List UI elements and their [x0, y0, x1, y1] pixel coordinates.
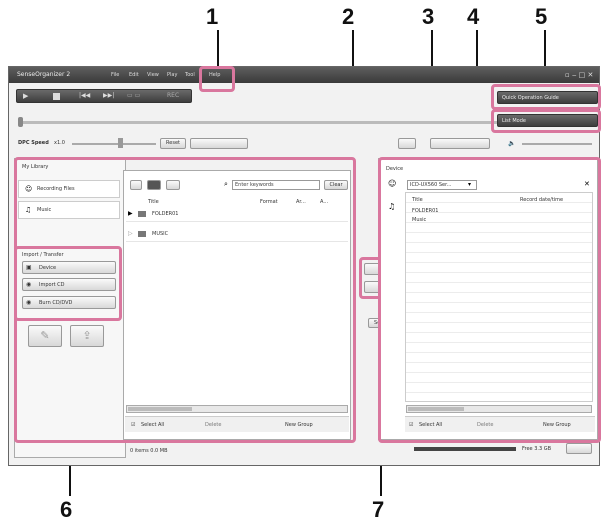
device-file-list[interactable]: [405, 192, 593, 402]
device-scroll-thumb[interactable]: [408, 407, 464, 411]
col-artist: Ar...: [296, 199, 306, 205]
volume-icon: 🔈: [508, 140, 516, 147]
callout-7: 7: [372, 497, 385, 522]
device-selector[interactable]: ICD-UX560 Ser... ▾: [407, 180, 477, 190]
help-menu-highlight: [199, 66, 235, 92]
checkbox-icon[interactable]: ☑: [131, 422, 135, 428]
dpc-slider[interactable]: [72, 143, 156, 145]
list-item[interactable]: ▶ FOLDER01: [126, 206, 348, 222]
expand-icon[interactable]: ▷: [128, 230, 133, 237]
window-controls-icon[interactable]: ▫ ‒ □ ✕: [565, 67, 593, 83]
list-item[interactable]: ▷ MUSIC: [126, 226, 348, 242]
rewind-icon[interactable]: |◀◀: [79, 92, 90, 99]
view-buttons[interactable]: [190, 138, 248, 149]
device-new-group-button[interactable]: New Group: [543, 422, 571, 428]
callout-line-1: [217, 30, 219, 68]
folder-icon: [138, 231, 146, 237]
device-col-title: Title: [412, 197, 423, 203]
play-icon[interactable]: ▶: [23, 93, 37, 100]
delete-button[interactable]: Delete: [205, 422, 221, 428]
search-placeholder: Enter keywords: [235, 182, 274, 188]
folder-name: MUSIC: [152, 231, 169, 237]
music-icon: ♫: [388, 202, 396, 211]
stop-icon[interactable]: [53, 93, 60, 100]
menu-file[interactable]: File: [111, 67, 119, 83]
callout-1: 1: [206, 4, 219, 29]
volume-slider[interactable]: [522, 143, 592, 145]
clear-button[interactable]: Clear: [324, 180, 348, 190]
checkbox-icon[interactable]: ☑: [409, 422, 413, 428]
chevron-down-icon: ▾: [468, 181, 472, 188]
dpc-handle[interactable]: [118, 138, 123, 148]
menu-view[interactable]: View: [147, 67, 159, 83]
list-mode-highlight: [491, 109, 601, 133]
capacity-bar: [414, 447, 516, 451]
device-folder-2[interactable]: Music: [412, 217, 426, 223]
dpc-label: DPC Speed: [18, 140, 49, 146]
callout-6: 6: [60, 497, 73, 522]
menu-tool[interactable]: Tool: [185, 67, 195, 83]
folder-icon: [138, 211, 146, 217]
forward-icon[interactable]: ▶▶|: [103, 92, 114, 99]
a-b-repeat-button[interactable]: [430, 138, 490, 149]
device-title: Device: [386, 166, 404, 172]
expand-icon[interactable]: ▶: [128, 210, 133, 217]
library-scroll-thumb[interactable]: [128, 407, 192, 411]
device-footer: ☑ Select All Delete New Group: [405, 416, 595, 432]
quick-guide-highlight: [491, 84, 601, 110]
device-select-all[interactable]: Select All: [419, 422, 442, 428]
callout-5: 5: [535, 4, 548, 29]
reset-button[interactable]: Reset: [160, 138, 186, 149]
col-format: Format: [260, 199, 278, 205]
select-all-label[interactable]: Select All: [141, 422, 164, 428]
col-album: A...: [320, 199, 329, 205]
close-icon[interactable]: ✕: [584, 180, 590, 188]
app-title: SenseOrganizer 2: [17, 71, 71, 78]
view-list-icon[interactable]: [130, 180, 142, 190]
menu-play[interactable]: Play: [167, 67, 177, 83]
callout-3: 3: [422, 4, 435, 29]
title-bar: SenseOrganizer 2 File Edit View Play Too…: [9, 67, 599, 83]
callout-2: 2: [342, 4, 355, 29]
view-folder-icon[interactable]: [147, 180, 161, 190]
rec-icon[interactable]: REC: [167, 92, 179, 99]
device-delete-button[interactable]: Delete: [477, 422, 493, 428]
library-status: 0 items 0.0 MB: [130, 448, 168, 454]
new-group-button[interactable]: New Group: [285, 422, 313, 428]
dpc-value: x1.0: [54, 140, 65, 146]
font-size-buttons[interactable]: [566, 443, 592, 454]
search-input[interactable]: Enter keywords: [232, 180, 320, 190]
folder-name: FOLDER01: [152, 211, 179, 217]
marker-icon[interactable]: ▭ ▭: [127, 92, 140, 99]
search-icon: ⌕: [224, 180, 228, 188]
view-detail-icon[interactable]: [166, 180, 180, 190]
recording-icon: ☺: [388, 179, 397, 188]
menu-edit[interactable]: Edit: [129, 67, 139, 83]
transport-bar: ▶ |◀◀ ▶▶| ▭ ▭ REC: [16, 89, 192, 103]
callout-4: 4: [467, 4, 480, 29]
library-footer: ☑ Select All Delete New Group: [125, 416, 349, 432]
col-title: Title: [148, 199, 159, 205]
progress-handle[interactable]: [18, 117, 23, 127]
tool-button[interactable]: [398, 138, 416, 149]
device-folder-1[interactable]: FOLDER01: [412, 208, 438, 214]
device-col-date: Record date/time: [520, 197, 564, 203]
device-free-space: Free 3.3 GB: [522, 446, 552, 452]
device-selector-label: ICD-UX560 Ser...: [410, 182, 452, 188]
